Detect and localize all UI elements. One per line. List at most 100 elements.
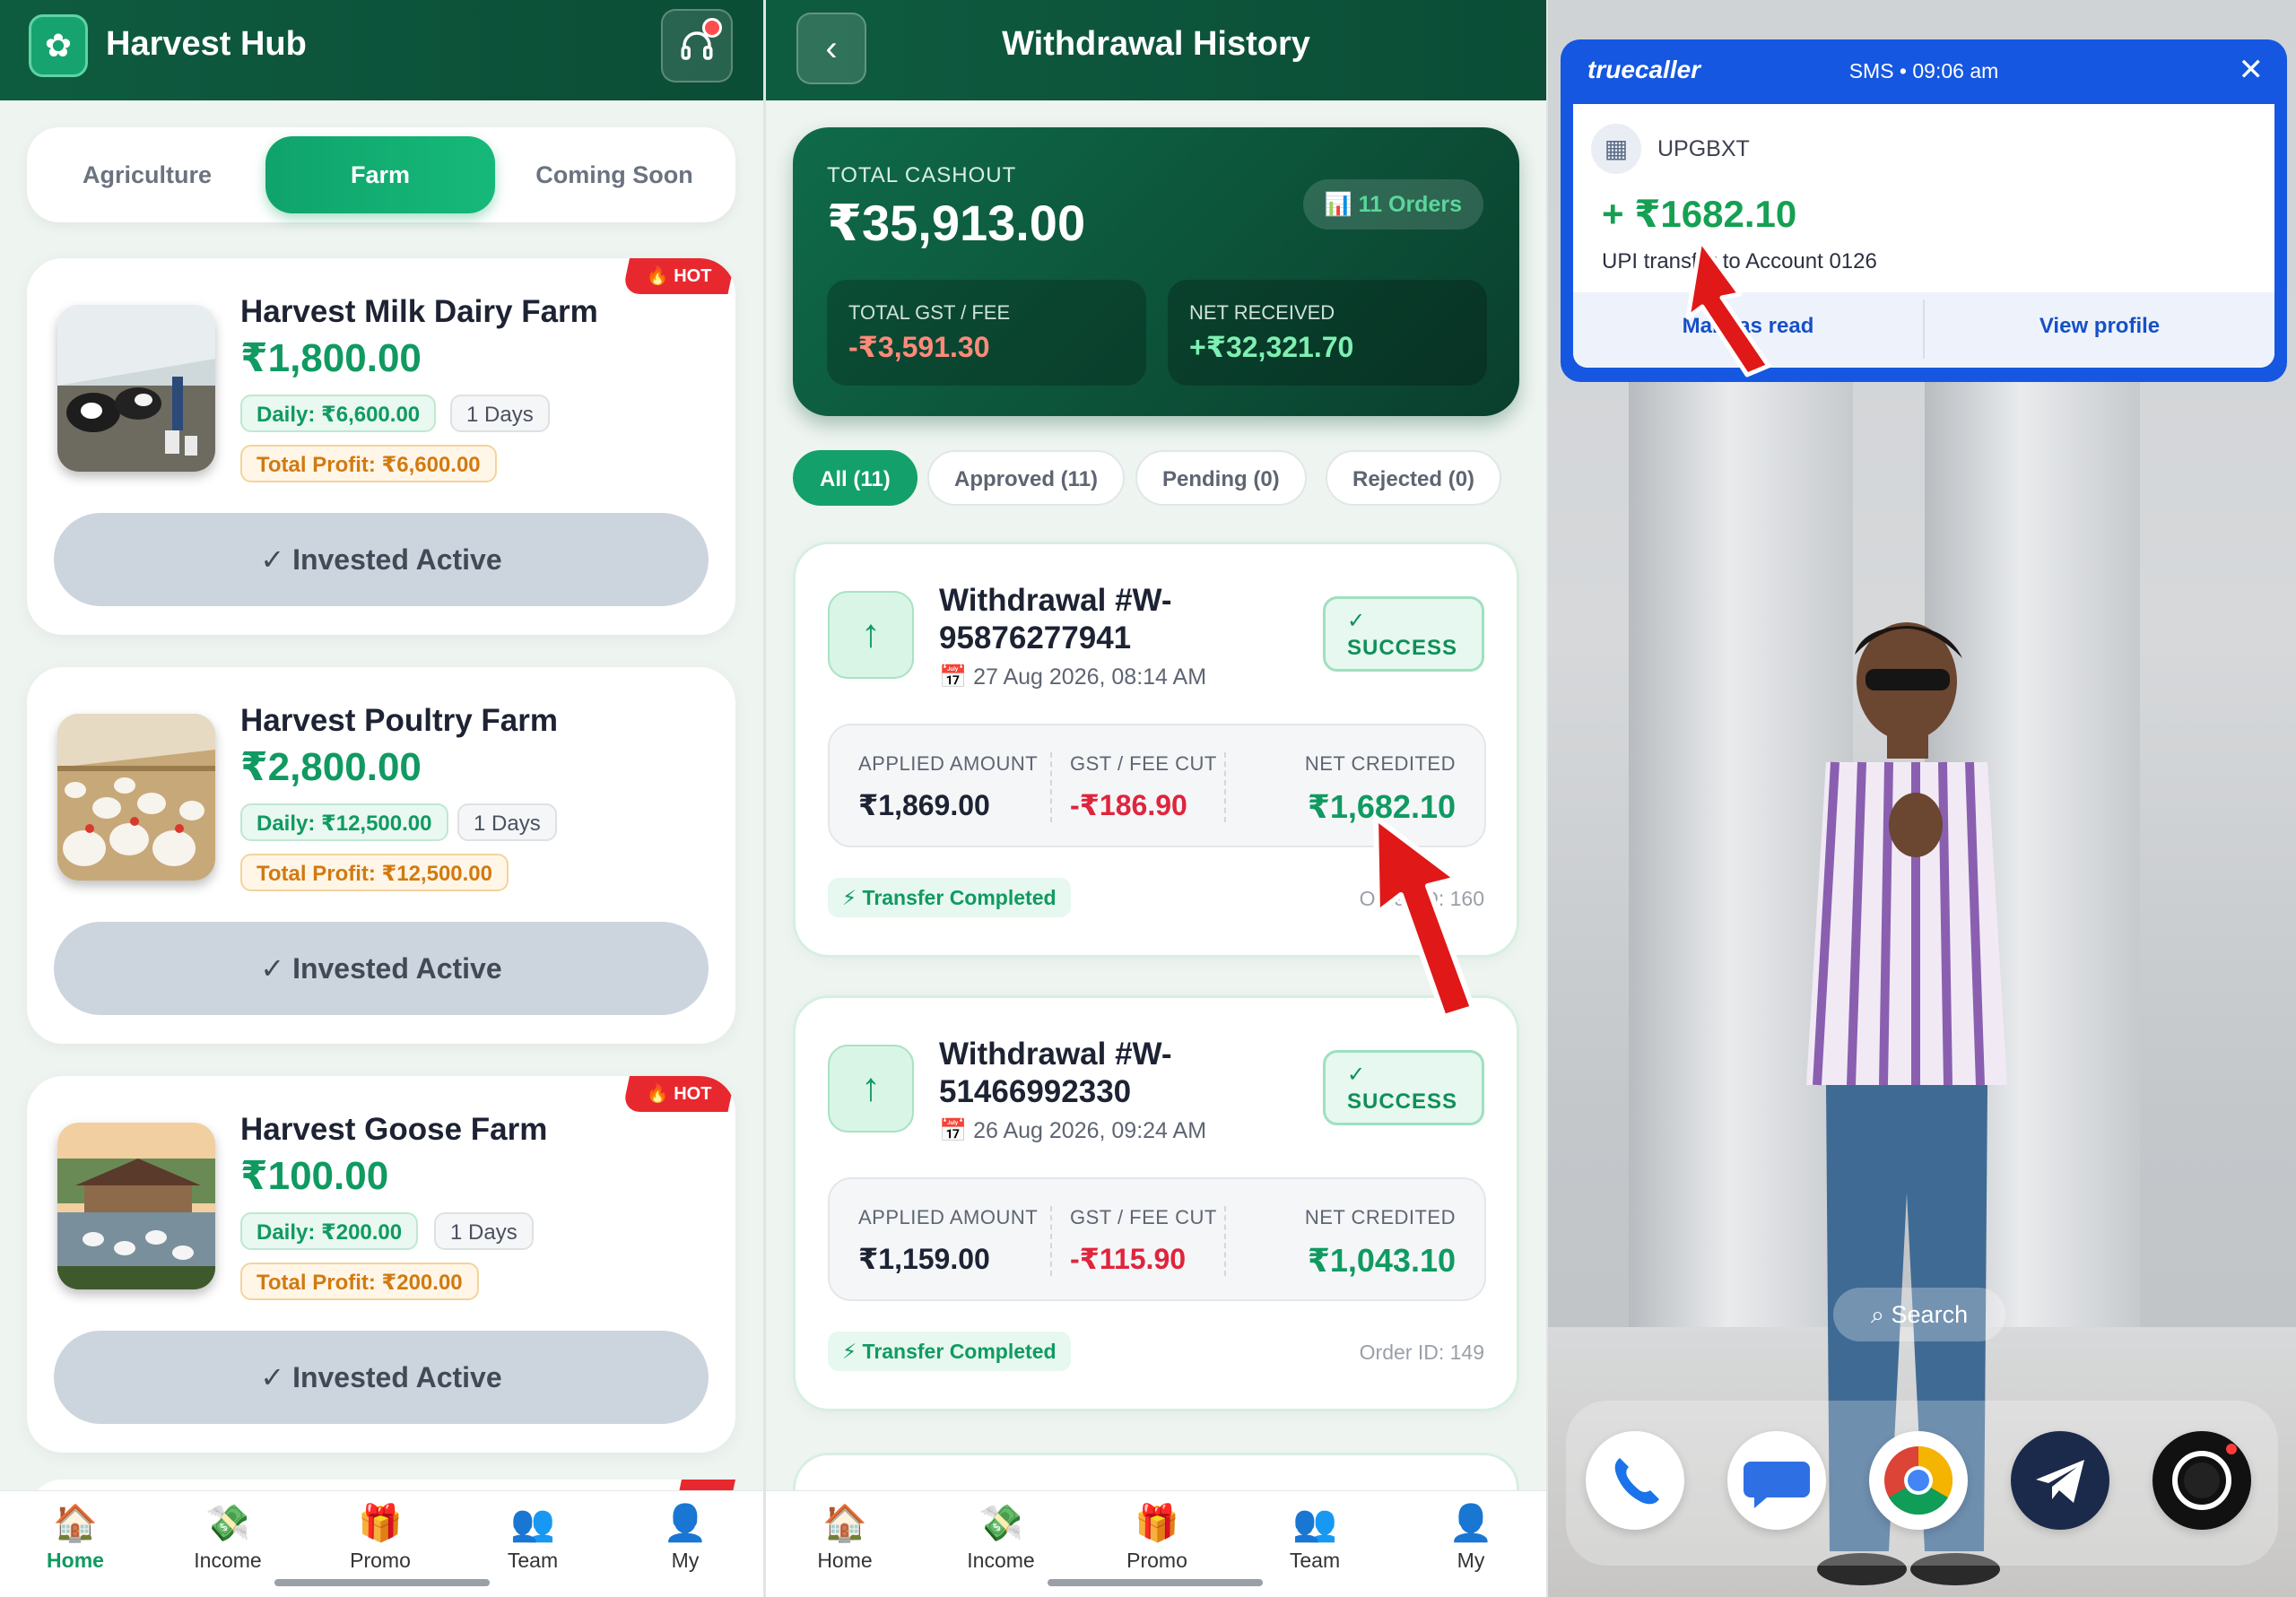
profile-icon: 👤 — [663, 1504, 708, 1543]
total-profit-chip: Total Profit: ₹12,500.00 — [240, 854, 509, 891]
transfer-completed-badge: ⚡ Transfer Completed — [828, 878, 1071, 917]
arrow-up-icon: ↑ — [828, 591, 914, 679]
calendar-icon: 📅 — [939, 1118, 974, 1143]
nav-income[interactable]: 💸 Income — [947, 1500, 1055, 1573]
withdrawal-history-screen: ‹ Withdrawal History TOTAL CASHOUT ₹35,9… — [766, 0, 1546, 1597]
withdrawal-date: 📅 27 Aug 2026, 08:14 AM — [939, 664, 1207, 690]
farm-image-poultry — [57, 714, 215, 881]
farm-name: Harvest Goose Farm — [240, 1112, 548, 1147]
page-title: Withdrawal History — [1002, 25, 1310, 63]
tab-agriculture[interactable]: Agriculture — [45, 136, 249, 213]
success-badge: ✓ SUCCESS — [1323, 596, 1484, 672]
transfer-completed-badge: ⚡ Transfer Completed — [828, 1332, 1071, 1371]
net-credited-amount: ₹1,043.10 — [1307, 1242, 1456, 1279]
phone-homescreen-with-sms: truecaller SMS • 09:06 am ✕ ▦ UPGBXT + ₹… — [1548, 0, 2296, 1597]
farm-card: 🔥 HOT Harvest Milk Dairy Farm ₹1,800.00 … — [27, 258, 735, 635]
red-annotation-arrow — [1373, 815, 1475, 1020]
home-icon: 🏠 — [53, 1504, 98, 1543]
telegram-icon[interactable] — [2011, 1431, 2109, 1530]
withdrawal-date: 📅 26 Aug 2026, 09:24 AM — [939, 1118, 1207, 1143]
net-received-box: NET RECEIVED +₹32,321.70 — [1168, 280, 1487, 386]
arrow-up-icon: ↑ — [828, 1045, 914, 1133]
filter-all[interactable]: All (11) — [793, 450, 918, 506]
truecaller-sms-notification[interactable]: truecaller SMS • 09:06 am ✕ ▦ UPGBXT + ₹… — [1561, 39, 2287, 382]
tab-coming-soon[interactable]: Coming Soon — [511, 136, 718, 213]
sms-sender: UPGBXT — [1657, 136, 1750, 161]
withdrawal-id: Withdrawal #W-95876277941 — [939, 583, 1172, 655]
app-title: Harvest Hub — [106, 25, 307, 63]
nav-team[interactable]: 👥 Team — [1261, 1500, 1369, 1573]
nav-income[interactable]: 💸 Income — [174, 1500, 282, 1573]
gst-fee-amount: -₹115.90 — [1070, 1243, 1187, 1275]
farm-card: Harvest Poultry Farm ₹2,800.00 Daily: ₹1… — [27, 667, 735, 1044]
goose-farm-illustration — [57, 1123, 215, 1289]
poultry-farm-illustration — [57, 714, 215, 881]
farm-image-dairy — [57, 305, 215, 472]
notification-body: ▦ UPGBXT + ₹1682.10 UPI transfer to Acco… — [1573, 104, 2274, 368]
farm-price: ₹100.00 — [240, 1154, 389, 1198]
farm-name: Harvest Milk Dairy Farm — [240, 294, 598, 329]
nav-home[interactable]: 🏠 Home — [22, 1500, 129, 1573]
success-badge: ✓ SUCCESS — [1323, 1050, 1484, 1125]
credited-amount: + ₹1682.10 — [1602, 193, 1797, 235]
total-cashout-value: ₹35,913.00 — [827, 195, 1086, 251]
notification-actions: Mark as read View profile — [1573, 292, 2274, 368]
nav-my[interactable]: 👤 My — [1417, 1500, 1525, 1573]
farm-price: ₹1,800.00 — [240, 336, 422, 380]
hot-badge: 🔥 HOT — [622, 1076, 735, 1112]
amount-breakdown: APPLIED AMOUNT ₹1,159.00 GST / FEE CUT -₹1… — [828, 1177, 1486, 1301]
nav-home[interactable]: 🏠 Home — [791, 1500, 899, 1573]
farm-card: 🔥 HOT Harvest Goose Farm ₹100.00 Daily: … — [27, 1076, 735, 1453]
total-cashout-label: TOTAL CASHOUT — [827, 163, 1017, 187]
messages-icon[interactable] — [1727, 1431, 1826, 1530]
nav-promo[interactable]: 🎁 Promo — [1103, 1500, 1211, 1573]
team-icon: 👥 — [510, 1504, 555, 1543]
building-icon: ▦ — [1591, 124, 1641, 174]
profile-icon: 👤 — [1448, 1504, 1493, 1543]
tab-farm[interactable]: Farm — [265, 136, 495, 213]
filter-approved[interactable]: Approved (11) — [927, 450, 1126, 506]
withdrawal-id: Withdrawal #W-51466992330 — [939, 1037, 1172, 1109]
invested-active-button[interactable]: ✓ Invested Active — [54, 922, 709, 1015]
app-header: ✿ Harvest Hub — [0, 0, 763, 100]
home-icon: 🏠 — [822, 1504, 867, 1543]
invested-active-button[interactable]: ✓ Invested Active — [54, 1331, 709, 1424]
gst-fee-amount: -₹186.90 — [1070, 789, 1187, 821]
filter-rejected[interactable]: Rejected (0) — [1326, 450, 1502, 506]
cashout-summary-card: TOTAL CASHOUT ₹35,913.00 📊 11 Orders TOT… — [793, 127, 1519, 416]
invested-active-button[interactable]: ✓ Invested Active — [54, 513, 709, 606]
red-annotation-arrow — [1685, 238, 1771, 378]
bottom-navigation: 🏠 Home 💸 Income 🎁 Promo 👥 Team 👤 My — [0, 1490, 763, 1597]
withdrawal-card[interactable]: ↑ Withdrawal #W-51466992330 📅 26 Aug 202… — [793, 995, 1519, 1411]
camera-icon[interactable] — [2152, 1431, 2251, 1530]
days-chip: 1 Days — [434, 1212, 534, 1250]
promo-icon: 🎁 — [358, 1504, 403, 1543]
days-chip: 1 Days — [457, 803, 557, 841]
harvest-hub-farm-screen: ✿ Harvest Hub Agriculture Farm Coming So… — [0, 0, 763, 1597]
farm-image-goose — [57, 1123, 215, 1289]
nav-team[interactable]: 👥 Team — [479, 1500, 587, 1573]
chrome-icon[interactable] — [1869, 1431, 1968, 1530]
app-logo-icon: ✿ — [29, 14, 88, 77]
home-indicator[interactable] — [274, 1579, 490, 1586]
nav-my[interactable]: 👤 My — [631, 1500, 739, 1573]
app-dock — [1566, 1401, 2278, 1566]
home-indicator[interactable] — [1048, 1579, 1263, 1586]
gst-fee-box: TOTAL GST / FEE -₹3,591.30 — [827, 280, 1146, 386]
search-button[interactable]: ⌕ Search — [1833, 1288, 2005, 1341]
notification-meta: SMS • 09:06 am — [1848, 59, 1999, 82]
close-icon[interactable]: ✕ — [2239, 52, 2265, 88]
order-id: Order ID: 149 — [1359, 1341, 1484, 1364]
notification-dot — [702, 18, 722, 38]
support-headset-button[interactable] — [661, 9, 733, 82]
applied-amount: ₹1,869.00 — [858, 789, 990, 821]
category-tabs: Agriculture Farm Coming Soon — [27, 127, 735, 222]
calendar-icon: 📅 — [939, 664, 974, 690]
view-profile-button[interactable]: View profile — [1925, 314, 2274, 339]
nav-promo[interactable]: 🎁 Promo — [326, 1500, 434, 1573]
daily-chip: Daily: ₹12,500.00 — [240, 803, 448, 841]
phone-icon[interactable] — [1586, 1431, 1684, 1530]
total-profit-chip: Total Profit: ₹200.00 — [240, 1263, 479, 1300]
filter-pending[interactable]: Pending (0) — [1135, 450, 1307, 506]
search-icon: ⌕ — [1870, 1301, 1892, 1328]
